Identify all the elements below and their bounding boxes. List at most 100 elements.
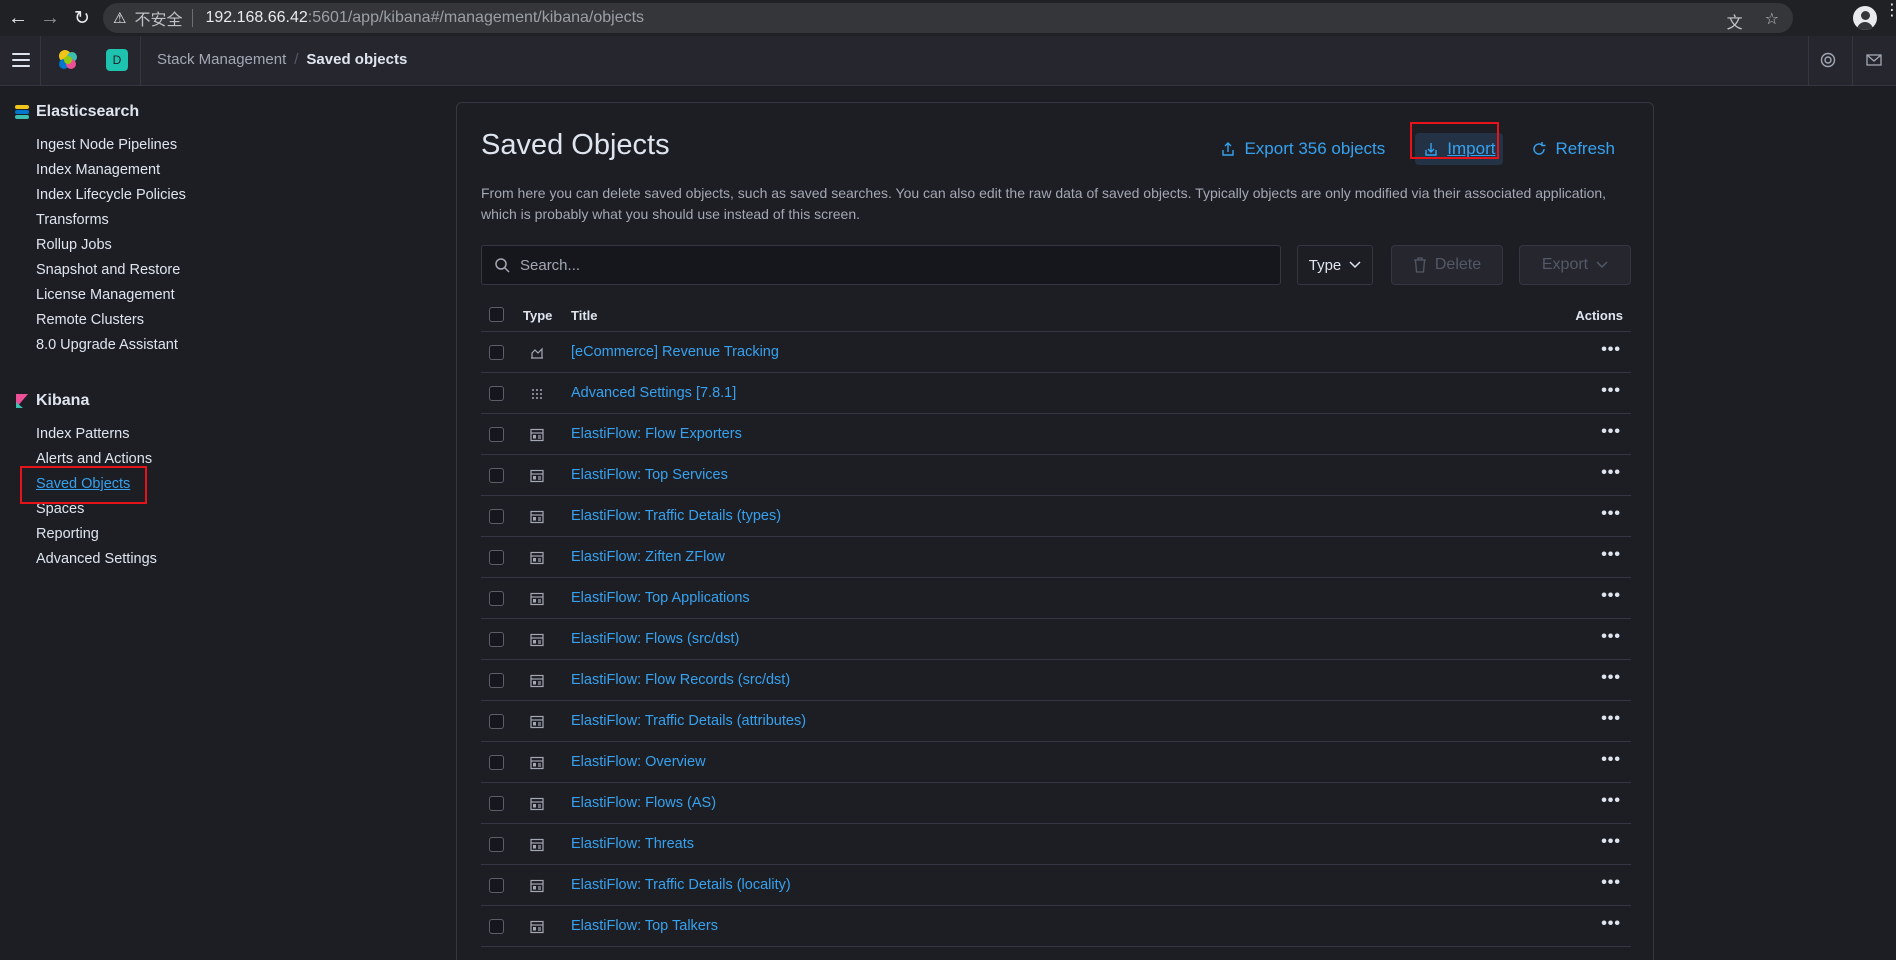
sidebar-section-title: Kibana	[36, 392, 90, 409]
row-actions-icon[interactable]: •••	[1601, 669, 1621, 687]
table-row: ElastiFlow: Top Services •••	[481, 455, 1631, 496]
table-row: ElastiFlow: Traffic Details (attributes)…	[481, 701, 1631, 742]
sidebar-item-ingest-node-pipelines[interactable]: Ingest Node Pipelines	[36, 137, 177, 153]
elastic-logo-icon[interactable]	[56, 48, 80, 72]
delete-label: Delete	[1434, 256, 1482, 273]
type-filter-button[interactable]: Type	[1297, 245, 1373, 285]
row-checkbox[interactable]	[489, 796, 504, 811]
row-title-link[interactable]: ElastiFlow: Top Applications	[571, 590, 750, 606]
row-checkbox[interactable]	[489, 837, 504, 852]
highlight-box-saved-objects	[20, 466, 147, 504]
sidebar-item-upgrade-assistant[interactable]: 8.0 Upgrade Assistant	[36, 337, 178, 353]
header-divider	[40, 36, 41, 86]
row-checkbox[interactable]	[489, 714, 504, 729]
sidebar-item-index-lifecycle-policies[interactable]: Index Lifecycle Policies	[36, 187, 186, 203]
sidebar-item-alerts-and-actions[interactable]: Alerts and Actions	[36, 451, 152, 467]
visualization-icon	[530, 346, 544, 360]
search-box	[481, 245, 1281, 285]
chevron-down-icon	[1596, 261, 1608, 269]
row-title-link[interactable]: [eCommerce] Revenue Tracking	[571, 344, 779, 360]
row-title-link[interactable]: ElastiFlow: Ziften ZFlow	[571, 549, 725, 565]
search-icon	[495, 258, 510, 273]
row-actions-icon[interactable]: •••	[1601, 792, 1621, 810]
row-checkbox[interactable]	[489, 509, 504, 524]
sidebar-item-reporting[interactable]: Reporting	[36, 526, 99, 542]
space-avatar[interactable]: D	[106, 49, 128, 71]
sidebar-item-license-management[interactable]: License Management	[36, 287, 175, 303]
export-all-button[interactable]: Export 356 objects	[1212, 133, 1393, 165]
dashboard-icon	[530, 428, 544, 442]
forward-icon[interactable]: →	[34, 0, 66, 36]
row-title-link[interactable]: ElastiFlow: Top Talkers	[571, 918, 718, 934]
address-bar[interactable]: ⚠ 不安全 192.168.66.42:5601/app/kibana#/man…	[103, 3, 1793, 33]
row-actions-icon[interactable]: •••	[1601, 956, 1621, 960]
row-checkbox[interactable]	[489, 632, 504, 647]
translate-icon[interactable]: 文	[1727, 9, 1743, 33]
row-actions-icon[interactable]: •••	[1601, 546, 1621, 564]
row-title-link[interactable]: ElastiFlow: Traffic Details (attributes)	[571, 713, 806, 729]
dashboard-icon	[530, 797, 544, 811]
row-title-link[interactable]: Advanced Settings [7.8.1]	[571, 385, 736, 401]
export-selected-button[interactable]: Export	[1519, 245, 1631, 285]
row-checkbox[interactable]	[489, 386, 504, 401]
row-title-link[interactable]: ElastiFlow: Flow Exporters	[571, 426, 742, 442]
row-actions-icon[interactable]: •••	[1601, 628, 1621, 646]
row-title-link[interactable]: ElastiFlow: Flows (AS)	[571, 795, 716, 811]
row-title-link[interactable]: ElastiFlow: Flow Records (src/dst)	[571, 672, 790, 688]
row-actions-icon[interactable]: •••	[1601, 874, 1621, 892]
refresh-button[interactable]: Refresh	[1523, 133, 1623, 165]
profile-avatar-icon[interactable]	[1853, 6, 1877, 30]
row-checkbox[interactable]	[489, 427, 504, 442]
row-actions-icon[interactable]: •••	[1601, 751, 1621, 769]
row-title-link[interactable]: ElastiFlow: Traffic Details (locality)	[571, 877, 791, 893]
row-title-link[interactable]: ElastiFlow: Traffic Details (types)	[571, 508, 781, 524]
sidebar-item-index-management[interactable]: Index Management	[36, 162, 160, 178]
sidebar-item-transforms[interactable]: Transforms	[36, 212, 109, 228]
table-row: ElastiFlow: Flow Exporters •••	[481, 414, 1631, 455]
delete-button[interactable]: Delete	[1391, 245, 1503, 285]
bookmark-star-icon[interactable]: ☆	[1765, 9, 1779, 33]
row-actions-icon[interactable]: •••	[1601, 423, 1621, 441]
row-checkbox[interactable]	[489, 878, 504, 893]
row-checkbox[interactable]	[489, 550, 504, 565]
row-checkbox[interactable]	[489, 673, 504, 688]
row-actions-icon[interactable]: •••	[1601, 587, 1621, 605]
row-title-link[interactable]: ElastiFlow: Top Services	[571, 467, 728, 483]
row-actions-icon[interactable]: •••	[1601, 464, 1621, 482]
sidebar-item-index-patterns[interactable]: Index Patterns	[36, 426, 130, 442]
row-checkbox[interactable]	[489, 919, 504, 934]
table-body: [eCommerce] Revenue Tracking ••• Advanced …	[481, 332, 1631, 960]
row-title-link[interactable]: ElastiFlow: Threats	[571, 836, 694, 852]
row-actions-icon[interactable]: •••	[1601, 505, 1621, 523]
help-icon[interactable]	[1818, 50, 1838, 70]
row-checkbox[interactable]	[489, 591, 504, 606]
breadcrumb-stack-management[interactable]: Stack Management	[157, 51, 286, 68]
row-actions-icon[interactable]: •••	[1601, 382, 1621, 400]
column-header-title[interactable]: Title	[571, 308, 598, 323]
row-checkbox[interactable]	[489, 468, 504, 483]
table-row: ElastiFlow: Flow Records (src/dst) •••	[481, 660, 1631, 701]
elasticsearch-icon	[15, 105, 29, 119]
sidebar-item-snapshot-and-restore[interactable]: Snapshot and Restore	[36, 262, 180, 278]
reload-icon[interactable]: ↻	[66, 0, 98, 36]
back-icon[interactable]: ←	[2, 0, 34, 36]
row-title-link[interactable]: ElastiFlow: Overview	[571, 754, 706, 770]
row-title-link[interactable]: ElastiFlow: Flows (src/dst)	[571, 631, 739, 647]
row-checkbox[interactable]	[489, 755, 504, 770]
row-actions-icon[interactable]: •••	[1601, 833, 1621, 851]
sidebar-section-elasticsearch: Elasticsearch	[14, 103, 139, 121]
row-actions-icon[interactable]: •••	[1601, 915, 1621, 933]
row-checkbox[interactable]	[489, 345, 504, 360]
sidebar-item-advanced-settings[interactable]: Advanced Settings	[36, 551, 157, 567]
newsfeed-mail-icon[interactable]	[1864, 50, 1884, 70]
column-header-type[interactable]: Type	[523, 308, 552, 323]
column-header-actions: Actions	[1575, 308, 1623, 323]
row-actions-icon[interactable]: •••	[1601, 341, 1621, 359]
select-all-checkbox[interactable]	[489, 307, 504, 322]
menu-toggle-icon[interactable]	[12, 53, 30, 67]
sidebar-item-remote-clusters[interactable]: Remote Clusters	[36, 312, 144, 328]
browser-menu-icon[interactable]: ⋮	[1884, 3, 1896, 19]
sidebar-item-rollup-jobs[interactable]: Rollup Jobs	[36, 237, 112, 253]
search-input[interactable]	[520, 256, 1220, 274]
row-actions-icon[interactable]: •••	[1601, 710, 1621, 728]
